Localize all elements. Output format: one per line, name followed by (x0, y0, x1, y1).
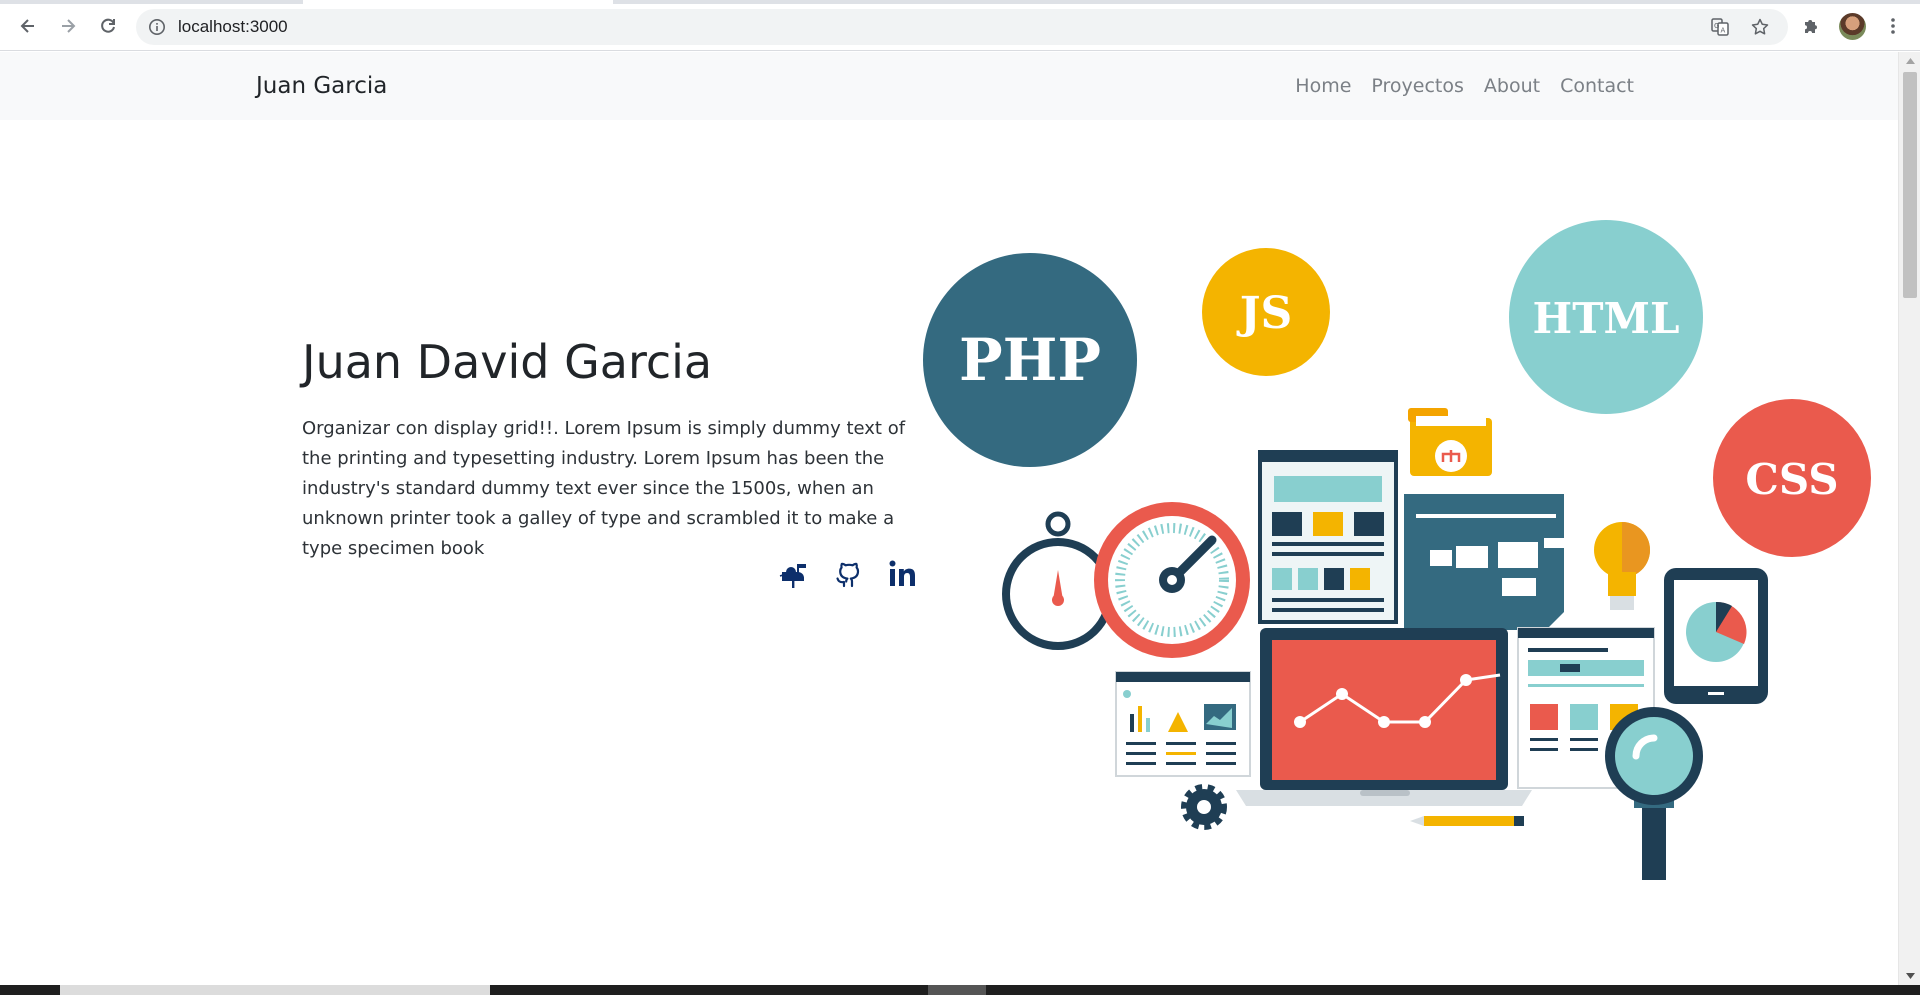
hero-description: Organizar con display grid!!. Lorem Ipsu… (302, 418, 906, 559)
js-bubble-label: JS (1236, 288, 1293, 339)
menu-button[interactable] (1880, 13, 1906, 39)
taskbar-strip (0, 985, 1920, 995)
github-icon (836, 562, 860, 588)
web-development-illustration: PHP JS HTML CSS (923, 220, 1871, 880)
reload-icon (101, 18, 115, 33)
extensions-puzzle-icon (1805, 20, 1817, 33)
tab-strip-left (0, 0, 303, 4)
magnifier-graphic (1605, 707, 1703, 880)
page-viewport: Juan Garcia Home Proyectos About Contact… (0, 52, 1898, 985)
nav-links: Home Proyectos About Contact (1295, 52, 1634, 120)
hero-title: Juan David Garcia (302, 335, 713, 389)
speedometer-graphic (1094, 502, 1250, 658)
brand-link[interactable]: Juan Garcia (256, 52, 387, 120)
info-icon[interactable] (148, 18, 166, 36)
tab-strip-right (613, 0, 1920, 4)
profile-avatar[interactable] (1839, 13, 1866, 40)
triangle-up-icon (1905, 58, 1915, 64)
folder-graphic (1408, 408, 1492, 476)
triangle-down-icon (1905, 973, 1915, 979)
svg-text:A: A (1721, 27, 1726, 35)
linkedin-link[interactable] (883, 554, 923, 594)
github-link[interactable] (828, 554, 868, 594)
back-button[interactable] (12, 10, 44, 42)
extensions-button[interactable] (1798, 13, 1824, 39)
forward-button[interactable] (52, 10, 84, 42)
reload-button[interactable] (92, 10, 124, 42)
forward-arrow-icon (62, 19, 76, 33)
more-vertical-icon (1891, 18, 1895, 34)
site-navbar: Juan Garcia Home Proyectos About Contact (0, 52, 1898, 120)
mailbox-icon (779, 564, 806, 588)
css-bubble-label: CSS (1745, 455, 1838, 504)
mail-link[interactable] (774, 554, 814, 594)
tablet-graphic (1664, 568, 1768, 704)
translate-icon[interactable]: GA (1710, 17, 1730, 37)
scroll-thumb[interactable] (1903, 72, 1917, 298)
gear-graphic (1181, 784, 1227, 830)
url-text[interactable]: localhost:3000 (178, 9, 288, 45)
taskbar-segment (928, 985, 986, 995)
webpage-panel-graphic (1258, 450, 1398, 624)
nav-link-contact[interactable]: Contact (1560, 75, 1634, 97)
address-bar[interactable]: localhost:3000 GA (136, 9, 1788, 45)
nav-link-proyectos[interactable]: Proyectos (1371, 75, 1464, 97)
browser-toolbar: localhost:3000 GA (0, 0, 1920, 51)
page-scrollbar[interactable] (1898, 52, 1920, 985)
linkedin-icon (889, 560, 915, 586)
laptop-graphic (1236, 628, 1532, 806)
star-icon[interactable] (1750, 17, 1770, 37)
pencil-graphic (1410, 816, 1524, 826)
back-arrow-icon (20, 19, 34, 33)
lightbulb-graphic (1594, 522, 1650, 610)
nav-link-home[interactable]: Home (1295, 75, 1351, 97)
sitemap-panel-graphic (1404, 494, 1564, 630)
dashboard-card-graphic (1115, 671, 1251, 777)
taskbar-segment (60, 985, 490, 995)
nav-link-about[interactable]: About (1484, 75, 1540, 97)
html-bubble-label: HTML (1533, 294, 1680, 343)
scroll-down-button[interactable] (1899, 967, 1920, 985)
php-bubble-label: PHP (959, 326, 1101, 394)
scroll-up-button[interactable] (1899, 52, 1920, 70)
svg-text:G: G (1714, 22, 1719, 30)
